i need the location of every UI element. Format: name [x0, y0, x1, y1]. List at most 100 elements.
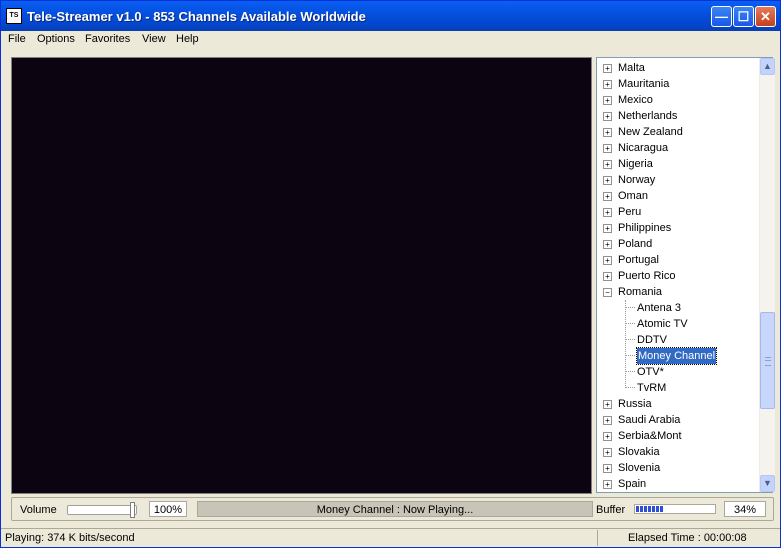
minimize-button[interactable]: — — [711, 6, 732, 27]
tree-country-label: Saudi Arabia — [618, 414, 681, 426]
tree-country-label: Mauritania — [618, 78, 670, 90]
tree-country-label: Philippines — [618, 222, 672, 234]
tree-country[interactable]: + Puerto Rico — [597, 268, 757, 284]
expand-icon[interactable]: + — [603, 144, 612, 153]
expand-icon[interactable]: + — [603, 448, 612, 457]
video-display[interactable] — [11, 57, 592, 494]
tree-country[interactable]: + Norway — [597, 172, 757, 188]
tree-channel[interactable]: OTV* — [597, 364, 757, 380]
volume-slider-thumb[interactable] — [130, 502, 135, 518]
expand-icon[interactable]: + — [603, 80, 612, 89]
buffer-progress-fill — [636, 506, 663, 512]
expand-icon[interactable]: + — [603, 272, 612, 281]
tree-country-label: Poland — [618, 238, 653, 250]
tree-connector — [625, 307, 635, 308]
expand-icon[interactable]: + — [603, 112, 612, 121]
tree-country-label: Peru — [618, 206, 642, 218]
tree-country-label: Malta — [618, 62, 645, 74]
expand-icon[interactable]: + — [603, 160, 612, 169]
tree-country[interactable]: + New Zealand — [597, 124, 757, 140]
tree-country[interactable]: + Philippines — [597, 220, 757, 236]
tree-country[interactable]: + Peru — [597, 204, 757, 220]
buffer-value: 34% — [724, 501, 766, 517]
tree-channel[interactable]: Antena 3 — [597, 300, 757, 316]
tree-channel-label: OTV* — [637, 366, 664, 378]
tree-channel[interactable]: Money Channel — [597, 347, 757, 365]
control-panel: Volume 100% Money Channel : Now Playing.… — [11, 497, 774, 521]
collapse-icon[interactable]: − — [603, 288, 612, 297]
tree-country[interactable]: + Russia — [597, 396, 757, 412]
now-playing-status: Money Channel : Now Playing... — [197, 501, 593, 517]
menu-view[interactable]: View — [142, 33, 166, 45]
tree-country[interactable]: + Oman — [597, 188, 757, 204]
expand-icon[interactable]: + — [603, 256, 612, 265]
tree-scrollbar[interactable]: ▲ ▼ — [759, 58, 775, 492]
tree-channel-label: TvRM — [637, 382, 667, 394]
channel-tree[interactable]: + Malta + Mauritania + Mexico + Netherlands + New… — [596, 57, 773, 493]
tree-country[interactable]: + Mexico — [597, 92, 757, 108]
menu-options[interactable]: Options — [37, 33, 75, 45]
tree-country[interactable]: + Nigeria — [597, 156, 757, 172]
menu-help[interactable]: Help — [176, 33, 199, 45]
volume-slider[interactable] — [67, 505, 137, 515]
menu-favorites[interactable]: Favorites — [85, 33, 130, 45]
volume-label: Volume — [20, 504, 57, 516]
expand-icon[interactable]: + — [603, 192, 612, 201]
title-bar[interactable]: TS Tele-Streamer v1.0 - 853 Channels Ava… — [1, 1, 780, 31]
menu-file[interactable]: File — [8, 33, 26, 45]
expand-icon[interactable]: + — [603, 208, 612, 217]
expand-icon[interactable]: + — [603, 416, 612, 425]
tree-channel[interactable]: TvRM — [597, 380, 757, 396]
tree-country[interactable]: + Slovenia — [597, 460, 757, 476]
expand-icon[interactable]: + — [603, 240, 612, 249]
tree-connector — [625, 355, 635, 356]
bitrate-status: Playing: 374 K bits/second — [5, 532, 135, 544]
tree-country[interactable]: + Poland — [597, 236, 757, 252]
tree-country[interactable]: + Serbia&Mont — [597, 428, 757, 444]
expand-icon[interactable]: + — [603, 480, 612, 489]
tree-country-label: Oman — [618, 190, 648, 202]
tree-country[interactable]: + Portugal — [597, 252, 757, 268]
tree-country-label: Puerto Rico — [618, 270, 676, 282]
tree-channel-label: Atomic TV — [637, 318, 688, 330]
tree-country[interactable]: + Mauritania — [597, 76, 757, 92]
scroll-up-button[interactable]: ▲ — [760, 58, 775, 75]
expand-icon[interactable]: + — [603, 128, 612, 137]
tree-country-label: Serbia&Mont — [618, 430, 682, 442]
buffer-progress-bar — [634, 504, 716, 514]
expand-icon[interactable]: + — [603, 176, 612, 185]
expand-icon[interactable]: + — [603, 96, 612, 105]
tree-country-label: Portugal — [618, 254, 659, 266]
close-button[interactable]: ✕ — [755, 6, 776, 27]
tree-country[interactable]: + Nicaragua — [597, 140, 757, 156]
expand-icon[interactable]: + — [603, 400, 612, 409]
tree-country-label: Russia — [618, 398, 652, 410]
tree-country-label: Slovakia — [618, 446, 660, 458]
tree-channel-label: Money Channel — [635, 347, 718, 365]
maximize-button[interactable]: ☐ — [733, 6, 754, 27]
grip-icon — [765, 357, 771, 366]
status-bar: Playing: 374 K bits/second Elapsed Time … — [1, 528, 780, 547]
volume-value: 100% — [149, 501, 187, 517]
tree-channel[interactable]: DDTV — [597, 332, 757, 348]
buffer-label: Buffer — [596, 504, 626, 516]
window-title: Tele-Streamer v1.0 - 853 Channels Availa… — [27, 9, 366, 24]
scroll-down-button[interactable]: ▼ — [760, 475, 775, 492]
tree-country-label: Mexico — [618, 94, 653, 106]
scroll-thumb[interactable] — [760, 312, 775, 409]
app-icon[interactable]: TS — [6, 8, 22, 24]
expand-icon[interactable]: + — [603, 432, 612, 441]
tree-country[interactable]: + Netherlands — [597, 108, 757, 124]
tree-country[interactable]: + Saudi Arabia — [597, 412, 757, 428]
tree-country[interactable]: − Romania — [597, 284, 757, 300]
expand-icon[interactable]: + — [603, 464, 612, 473]
tree-country[interactable]: + Spain — [597, 476, 757, 492]
tree-country[interactable]: + Malta — [597, 60, 757, 76]
expand-icon[interactable]: + — [603, 64, 612, 73]
expand-icon[interactable]: + — [603, 224, 612, 233]
tree-country-label: Norway — [618, 174, 656, 186]
tree-country[interactable]: + Slovakia — [597, 444, 757, 460]
tree-channel[interactable]: Atomic TV — [597, 316, 757, 332]
tree-country-label: Romania — [618, 286, 663, 298]
menu-bar: File Options Favorites View Help — [1, 31, 780, 49]
